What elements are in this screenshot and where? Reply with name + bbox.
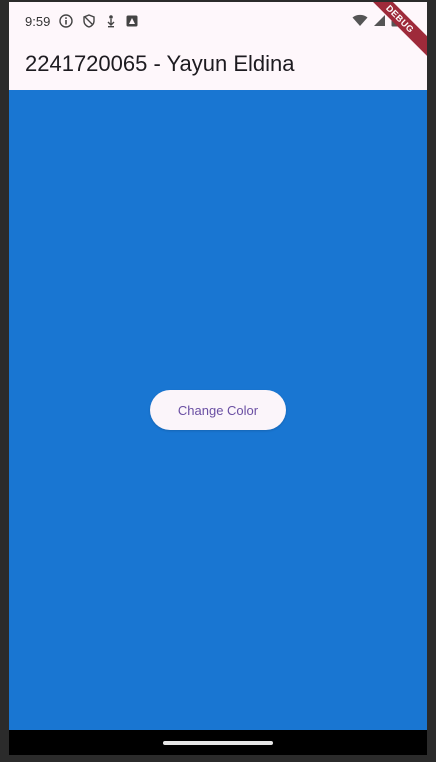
color-container: Change Color [9, 90, 427, 730]
status-bar: 9:59 [9, 2, 427, 42]
shield-icon [82, 14, 96, 28]
wifi-icon [352, 14, 368, 27]
app-bar: 2241720065 - Yayun Eldina [9, 42, 427, 90]
status-time: 9:59 [25, 14, 51, 29]
app-icon [126, 15, 138, 27]
status-left-icons [59, 14, 138, 28]
app-title: 2241720065 - Yayun Eldina [25, 51, 295, 76]
phone-screen: 9:59 2241720065 - Yayun Eldina DEBUG Cha… [9, 2, 427, 755]
info-icon [59, 14, 73, 28]
navigation-bar [9, 730, 427, 755]
signal-icon [373, 14, 386, 27]
device-frame: 9:59 2241720065 - Yayun Eldina DEBUG Cha… [0, 0, 436, 762]
home-indicator[interactable] [163, 741, 273, 745]
download-icon [105, 14, 117, 28]
change-color-button[interactable]: Change Color [150, 390, 286, 430]
